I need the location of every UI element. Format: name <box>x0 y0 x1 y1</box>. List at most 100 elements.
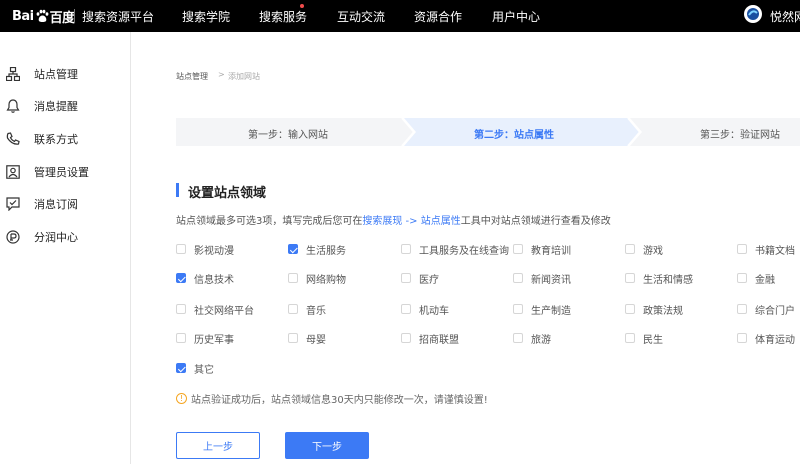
category-option[interactable]: 旅游 <box>513 331 551 346</box>
category-option[interactable]: 历史军事 <box>176 331 234 346</box>
desc-text-post: 工具中对站点领域进行查看及修改 <box>460 216 611 227</box>
category-label: 书籍文档 <box>755 245 795 257</box>
category-label: 生产制造 <box>531 305 571 317</box>
sidebar-item-admin-settings[interactable]: 管理员设置 <box>0 157 130 187</box>
breadcrumb-parent[interactable]: 站点管理 <box>176 71 208 82</box>
category-option[interactable]: 其它 <box>176 361 214 376</box>
sidebar-item-contact[interactable]: 联系方式 <box>0 124 130 154</box>
checkbox[interactable] <box>401 304 411 314</box>
desc-link[interactable]: 搜索展现 -> 站点属性 <box>362 216 460 227</box>
avatar[interactable] <box>744 5 762 23</box>
category-option[interactable]: 招商联盟 <box>401 331 459 346</box>
category-option[interactable]: 机动车 <box>401 302 449 317</box>
checkbox[interactable] <box>625 244 635 254</box>
category-label: 综合门户 <box>755 305 795 317</box>
category-option[interactable]: 金融 <box>737 271 775 286</box>
warning-notice: ! 站点验证成功后，站点领域信息30天内只能修改一次，请谨慎设置! <box>176 391 488 406</box>
site-icon <box>6 67 20 81</box>
desc-text-pre: 站点领域最多可选3项，填写完成后您可在 <box>176 216 363 227</box>
checkbox[interactable] <box>288 273 298 283</box>
checkbox[interactable] <box>513 273 523 283</box>
checkbox[interactable] <box>625 333 635 343</box>
sidebar-item-label: 消息提醒 <box>34 100 78 113</box>
category-label: 历史军事 <box>194 334 234 346</box>
checkbox[interactable] <box>513 244 523 254</box>
checkbox[interactable] <box>176 244 186 254</box>
category-option[interactable]: 生活服务 <box>288 242 346 257</box>
checkbox[interactable] <box>625 273 635 283</box>
category-option[interactable]: 体育运动 <box>737 331 795 346</box>
checkbox[interactable] <box>288 244 298 254</box>
breadcrumb-current: 添加网站 <box>228 72 260 81</box>
category-option[interactable]: 影视动漫 <box>176 242 234 257</box>
category-option[interactable]: 母婴 <box>288 331 326 346</box>
sidebar-item-profit-center[interactable]: 分润中心 <box>0 222 130 252</box>
category-option[interactable]: 网络购物 <box>288 271 346 286</box>
nav-search-services[interactable]: 搜索服务 <box>259 8 307 25</box>
checkbox[interactable] <box>288 304 298 314</box>
step-indicator: 第一步：输入网站 第二步：站点属性 第三步：验证网站 <box>176 118 800 146</box>
category-option[interactable]: 书籍文档 <box>737 242 795 257</box>
top-navbar: Bai 百度 搜索资源平台 搜索学院 搜索服务 互动交流 资源合作 用户中心 悦… <box>0 0 800 32</box>
checkbox[interactable] <box>401 273 411 283</box>
category-option[interactable]: 政策法规 <box>625 302 683 317</box>
checkbox[interactable] <box>737 333 747 343</box>
checkbox[interactable] <box>513 333 523 343</box>
user-name[interactable]: 悦然网 <box>770 8 800 25</box>
sidebar-item-messages[interactable]: 消息提醒 <box>0 91 130 121</box>
category-option[interactable]: 民生 <box>625 331 663 346</box>
category-option[interactable]: 新闻资讯 <box>513 271 571 286</box>
checkbox[interactable] <box>625 304 635 314</box>
section-accent-bar <box>176 183 179 197</box>
sidebar-item-subscriptions[interactable]: 消息订阅 <box>0 189 130 219</box>
category-option[interactable]: 综合门户 <box>737 302 795 317</box>
logo-text-right: 百度 <box>49 10 76 26</box>
category-option[interactable]: 信息技术 <box>176 271 234 286</box>
checkbox[interactable] <box>401 333 411 343</box>
category-label: 信息技术 <box>194 274 234 286</box>
checkbox[interactable] <box>176 363 186 373</box>
checkbox[interactable] <box>288 333 298 343</box>
nav-user-center[interactable]: 用户中心 <box>492 8 540 25</box>
checkbox[interactable] <box>737 304 747 314</box>
category-option[interactable]: 音乐 <box>288 302 326 317</box>
bell-icon <box>6 99 20 113</box>
category-label: 游戏 <box>643 245 663 257</box>
next-step-button[interactable]: 下一步 <box>285 432 369 459</box>
sidebar-item-site-management[interactable]: 站点管理 <box>0 59 130 89</box>
checkbox[interactable] <box>401 244 411 254</box>
sidebar: 站点管理 消息提醒 联系方式 管理员设置 消息订阅 分润中心 <box>0 32 131 464</box>
category-option[interactable]: 生产制造 <box>513 302 571 317</box>
category-option[interactable]: 生活和情感 <box>625 271 693 286</box>
category-option[interactable]: 工具服务及在线查询 <box>401 242 509 257</box>
category-label: 母婴 <box>306 334 326 346</box>
checkbox[interactable] <box>176 304 186 314</box>
nav-interaction[interactable]: 互动交流 <box>337 8 385 25</box>
checkbox[interactable] <box>737 244 747 254</box>
category-label: 生活和情感 <box>643 274 693 286</box>
logo-divider <box>74 9 75 23</box>
category-option[interactable]: 游戏 <box>625 242 663 257</box>
section-description: 站点领域最多可选3项，填写完成后您可在搜索展现 -> 站点属性工具中对站点领域进… <box>176 212 611 227</box>
breadcrumb-separator: > <box>218 70 225 79</box>
category-label: 音乐 <box>306 305 326 317</box>
category-option[interactable]: 教育培训 <box>513 242 571 257</box>
nav-resource-cooperation[interactable]: 资源合作 <box>414 8 462 25</box>
baidu-logo[interactable]: Bai 百度 <box>12 6 75 26</box>
category-label: 社交网络平台 <box>194 305 254 317</box>
nav-search-academy[interactable]: 搜索学院 <box>182 8 230 25</box>
checkbox[interactable] <box>176 273 186 283</box>
step-2-label: 第二步：站点属性 <box>474 130 554 141</box>
checkbox[interactable] <box>513 304 523 314</box>
checkbox[interactable] <box>737 273 747 283</box>
category-label: 机动车 <box>419 305 449 317</box>
subscribe-icon <box>6 197 20 211</box>
category-label: 政策法规 <box>643 305 683 317</box>
phone-icon <box>6 132 20 145</box>
prev-step-button[interactable]: 上一步 <box>176 432 260 459</box>
checkbox[interactable] <box>176 333 186 343</box>
platform-title[interactable]: 搜索资源平台 <box>82 8 154 25</box>
category-option[interactable]: 医疗 <box>401 271 439 286</box>
profit-icon <box>6 230 20 244</box>
category-option[interactable]: 社交网络平台 <box>176 302 254 317</box>
